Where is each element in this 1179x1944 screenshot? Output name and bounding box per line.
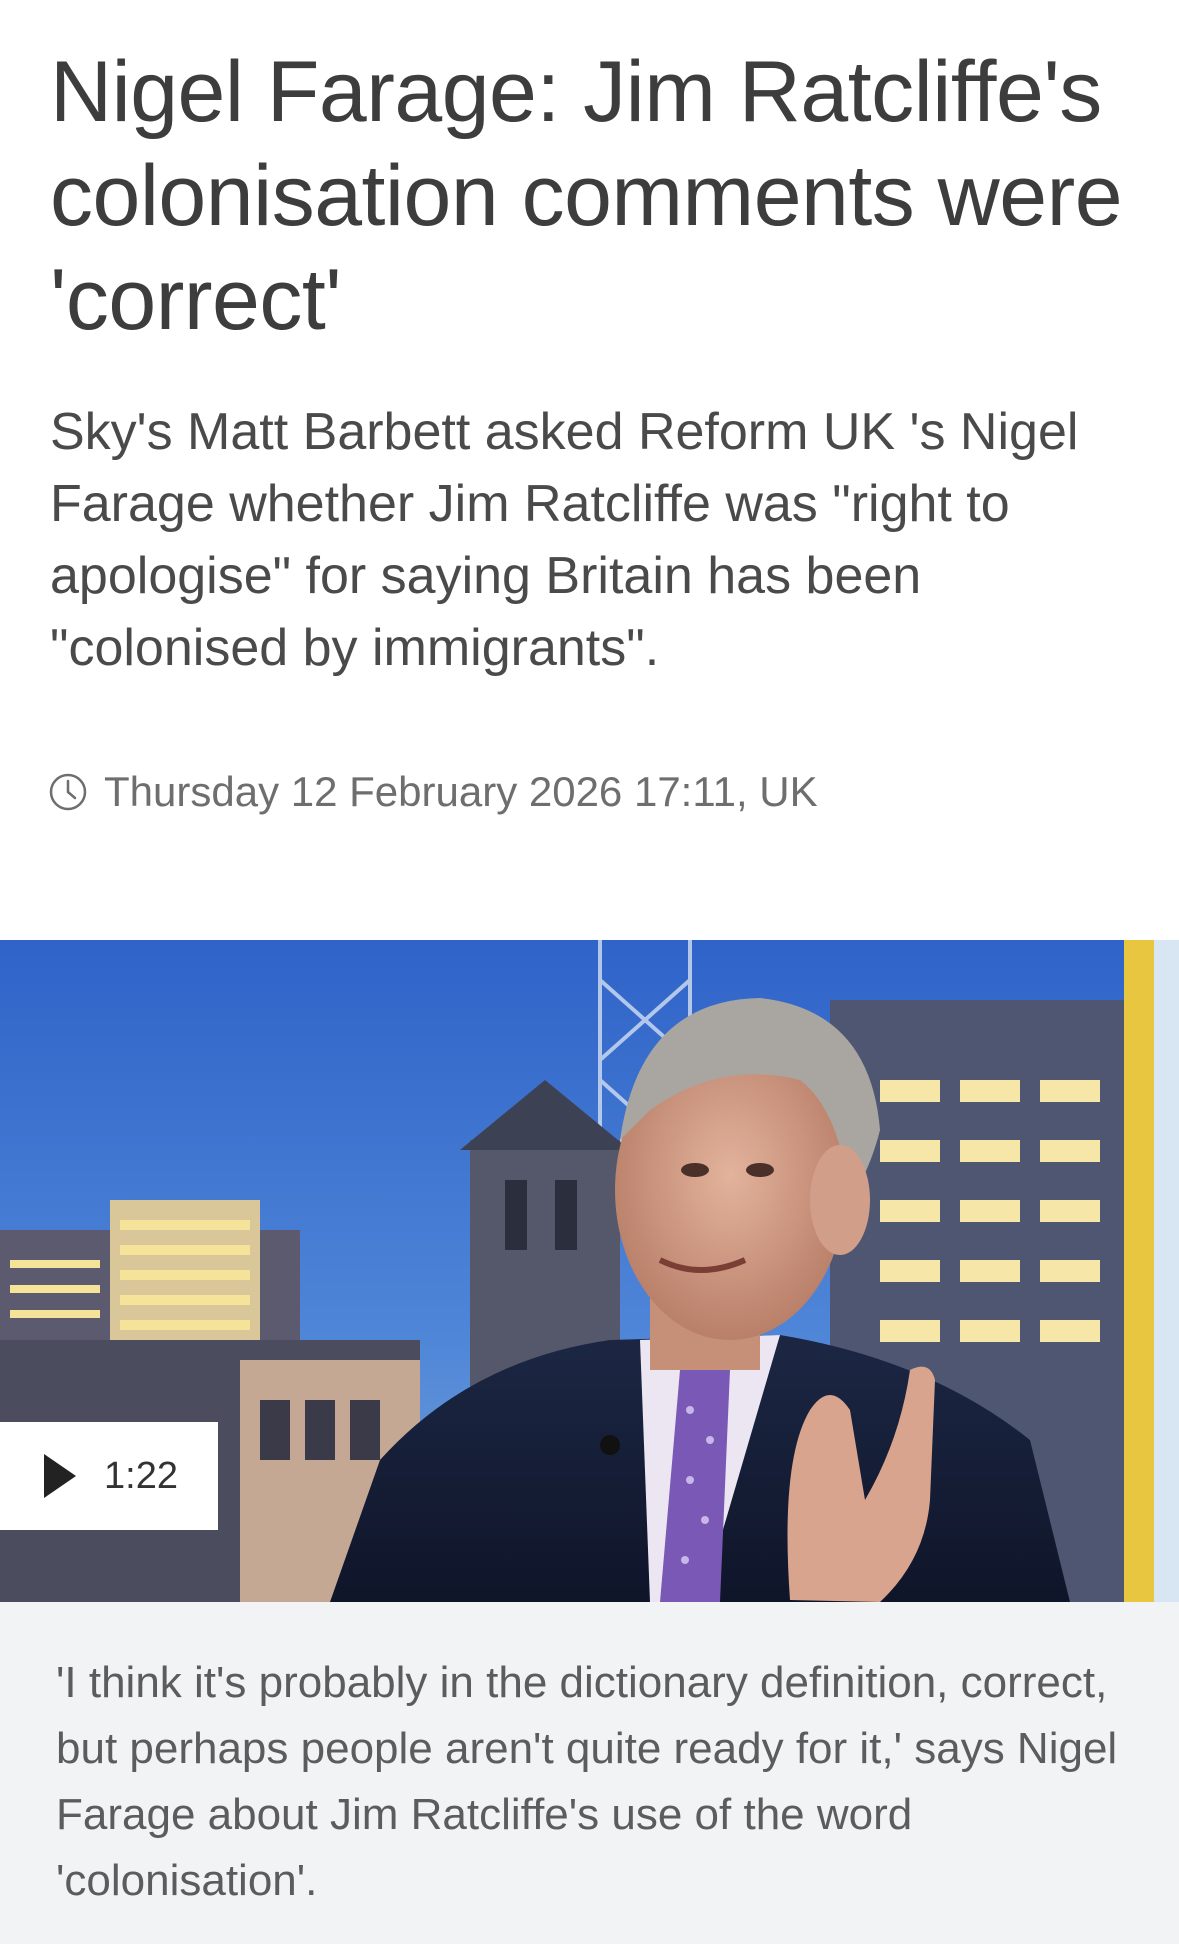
video-player[interactable]: 1:22 (0, 940, 1179, 1602)
video-caption: 'I think it's probably in the dictionary… (0, 1602, 1179, 1944)
standfirst: Sky's Matt Barbett asked Reform UK 's Ni… (50, 403, 1079, 677)
timestamp-row: Thursday 12 February 2026 17:11, UK (48, 768, 818, 816)
article-header: Nigel Farage: Jim Ratcliffe's colonisati… (50, 40, 1140, 684)
play-button[interactable]: 1:22 (0, 1422, 218, 1530)
clock-icon (49, 773, 87, 811)
headline: Nigel Farage: Jim Ratcliffe's colonisati… (50, 44, 1123, 348)
timestamp: Thursday 12 February 2026 17:11, UK (104, 768, 818, 815)
play-icon (44, 1454, 76, 1498)
video-duration: 1:22 (104, 1454, 178, 1497)
caption-text: 'I think it's probably in the dictionary… (56, 1658, 1118, 1905)
